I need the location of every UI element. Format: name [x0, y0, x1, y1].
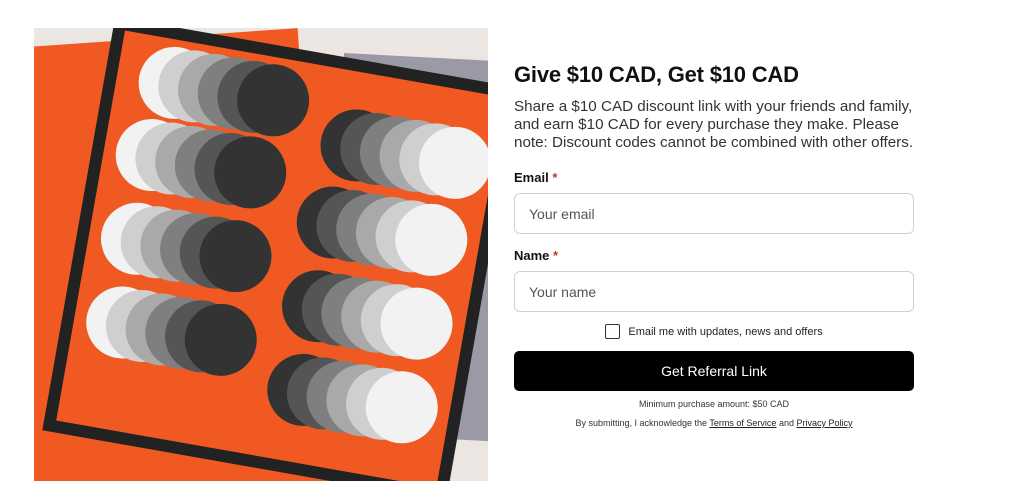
- legal-prefix: By submitting, I acknowledge the: [575, 418, 708, 428]
- consent-checkbox[interactable]: [605, 324, 621, 339]
- minimum-purchase-note: Minimum purchase amount: $50 CAD: [638, 399, 790, 409]
- name-label-text: Name: [514, 248, 550, 263]
- name-input[interactable]: [514, 271, 914, 312]
- referral-form-panel: Give $10 CAD, Get $10 CAD Share a $10 CA…: [514, 62, 914, 428]
- required-mark: *: [553, 248, 559, 263]
- hero-image: [34, 28, 488, 481]
- email-input[interactable]: [514, 193, 914, 234]
- form-description: Share a $10 CAD discount link with your …: [514, 98, 914, 151]
- get-referral-link-button[interactable]: Get Referral Link: [514, 351, 914, 391]
- name-label: Name *: [514, 248, 914, 263]
- email-label: Email *: [514, 170, 914, 185]
- legal-notice: By submitting, I acknowledge the Terms o…: [514, 418, 914, 428]
- marketing-consent[interactable]: Email me with updates, news and offers: [514, 324, 914, 339]
- terms-of-service-link[interactable]: Terms of Service: [709, 418, 776, 428]
- op-art-illustration: [34, 28, 488, 481]
- required-mark: *: [552, 170, 558, 185]
- email-label-text: Email: [514, 170, 549, 185]
- form-title: Give $10 CAD, Get $10 CAD: [514, 62, 799, 87]
- legal-and: and: [778, 418, 794, 428]
- consent-label: Email me with updates, news and offers: [628, 325, 823, 338]
- privacy-policy-link[interactable]: Privacy Policy: [797, 418, 853, 428]
